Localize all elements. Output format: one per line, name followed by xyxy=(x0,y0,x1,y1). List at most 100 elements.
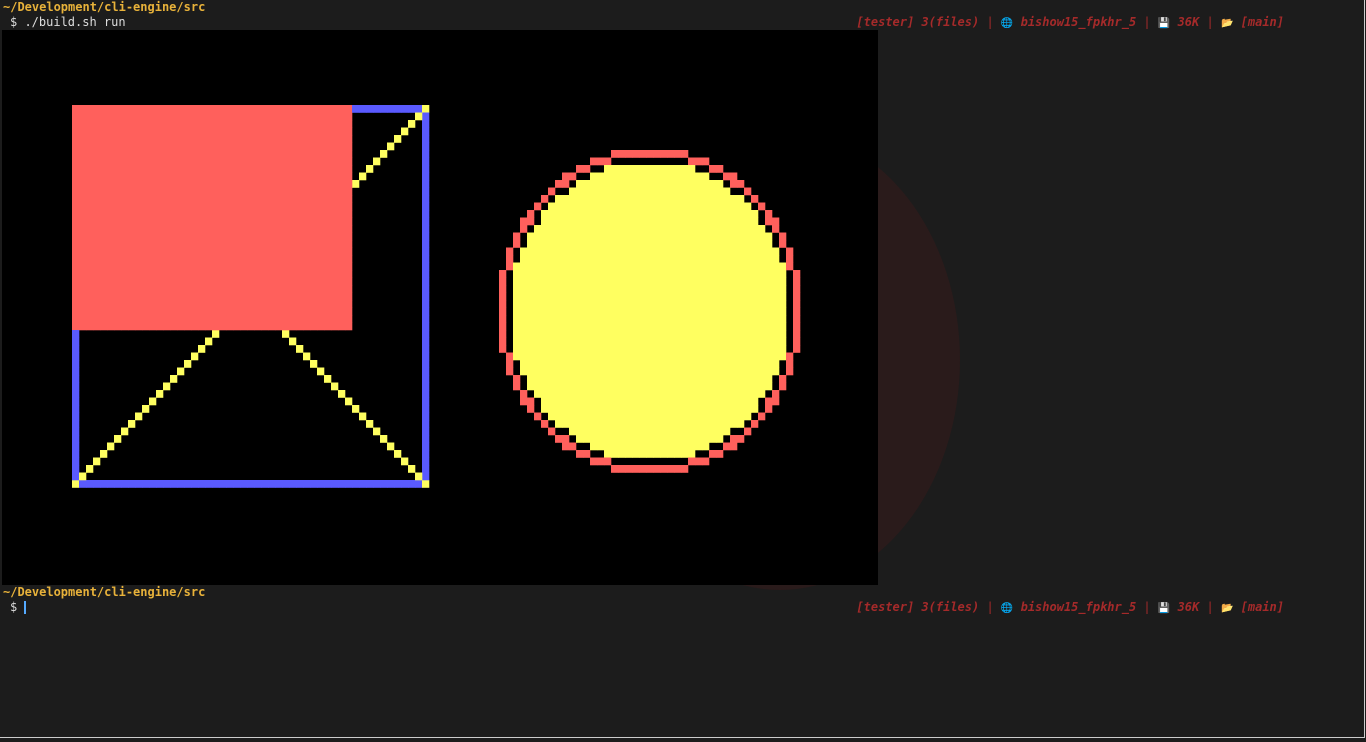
pixel-cell xyxy=(639,405,647,413)
pixel-cell xyxy=(324,240,332,248)
pixel-cell xyxy=(702,180,710,188)
pixel-cell xyxy=(779,285,787,293)
pixel-cell xyxy=(93,127,101,136)
pixel-cell xyxy=(198,165,206,173)
pixel-cell xyxy=(751,352,759,361)
pixel-cell xyxy=(219,232,227,241)
pixel-cell xyxy=(730,352,738,361)
pixel-cell xyxy=(184,360,192,368)
pixel-cell xyxy=(254,262,262,271)
pixel-cell xyxy=(548,270,556,278)
pixel-cell xyxy=(156,315,164,323)
pixel-cell xyxy=(114,187,122,196)
pixel-cell xyxy=(583,322,591,331)
pixel-cell xyxy=(282,135,290,143)
pixel-cell xyxy=(422,300,430,308)
pixel-cell xyxy=(548,315,556,323)
pixel-cell xyxy=(282,127,290,136)
pixel-cell xyxy=(212,240,220,248)
pixel-cell xyxy=(338,157,346,166)
pixel-cell xyxy=(765,360,773,368)
pixel-cell xyxy=(422,360,430,368)
pixel-cell xyxy=(128,225,136,233)
pixel-cell xyxy=(597,397,605,406)
pixel-cell xyxy=(569,360,577,368)
pixel-cell xyxy=(100,262,108,271)
pixel-cell xyxy=(618,187,626,196)
pixel-cell xyxy=(128,270,136,278)
pixel-cell xyxy=(324,120,332,128)
pixel-cell xyxy=(79,315,87,323)
pixel-cell xyxy=(261,480,269,488)
pixel-cell xyxy=(198,322,206,331)
pixel-cell xyxy=(765,292,773,301)
pixel-cell xyxy=(191,247,199,256)
pixel-cell xyxy=(261,255,269,263)
pixel-cell xyxy=(163,172,171,181)
pixel-cell xyxy=(282,210,290,218)
pixel-cell xyxy=(177,217,185,226)
pixel-cell xyxy=(317,165,325,173)
pixel-cell xyxy=(597,322,605,331)
pixel-cell xyxy=(499,315,507,323)
pixel-cell xyxy=(128,322,136,331)
pixel-cell xyxy=(632,270,640,278)
pixel-cell xyxy=(338,292,346,301)
pixel-cell xyxy=(289,322,297,331)
pixel-cell xyxy=(604,307,612,316)
pixel-cell xyxy=(534,255,542,263)
pixel-cell xyxy=(744,375,752,383)
pixel-cell xyxy=(548,367,556,376)
pixel-cell xyxy=(576,390,584,398)
pixel-cell xyxy=(667,210,675,218)
pixel-cell xyxy=(758,247,766,256)
pixel-cell xyxy=(744,210,752,218)
pixel-cell xyxy=(674,397,682,406)
pixel-cell xyxy=(240,187,248,196)
pixel-cell xyxy=(128,247,136,256)
pixel-cell xyxy=(268,195,276,203)
pixel-cell xyxy=(163,202,171,211)
pixel-cell xyxy=(163,187,171,196)
pixel-cell xyxy=(86,120,94,128)
pixel-cell xyxy=(583,352,591,361)
pixel-cell xyxy=(177,150,185,158)
pixel-cell xyxy=(184,187,192,196)
pixel-cell xyxy=(170,322,178,331)
pixel-cell xyxy=(583,217,591,226)
pixel-cell xyxy=(100,450,108,458)
pixel-cell xyxy=(198,105,206,113)
pixel-cell xyxy=(611,300,619,308)
pixel-cell xyxy=(93,315,101,323)
pixel-cell xyxy=(611,217,619,226)
pixel-cell xyxy=(681,292,689,301)
pixel-cell xyxy=(548,412,556,421)
pixel-cell xyxy=(219,255,227,263)
pixel-cell xyxy=(191,120,199,128)
pixel-cell xyxy=(576,262,584,271)
pixel-cell xyxy=(275,285,283,293)
pixel-cell xyxy=(562,277,570,286)
pixel-cell xyxy=(198,202,206,211)
pixel-cell xyxy=(723,285,731,293)
pixel-cell xyxy=(198,232,206,241)
input-line[interactable]: $ xyxy=(10,600,27,615)
pixel-cell xyxy=(590,202,598,211)
pixel-cell xyxy=(142,225,150,233)
pixel-cell xyxy=(555,382,563,391)
pixel-cell xyxy=(338,112,346,121)
pixel-cell xyxy=(548,337,556,346)
pixel-cell xyxy=(786,262,794,271)
pixel-cell xyxy=(247,202,255,211)
pixel-cell xyxy=(261,307,269,316)
pixel-cell xyxy=(156,157,164,166)
pixel-cell xyxy=(324,202,332,211)
pixel-cell xyxy=(233,292,241,301)
pixel-cell xyxy=(576,352,584,361)
pixel-cell xyxy=(716,322,724,331)
pixel-cell xyxy=(674,427,682,436)
pixel-cell xyxy=(296,240,304,248)
pixel-cell xyxy=(716,240,724,248)
pixel-cell xyxy=(114,172,122,181)
pixel-cell xyxy=(177,210,185,218)
